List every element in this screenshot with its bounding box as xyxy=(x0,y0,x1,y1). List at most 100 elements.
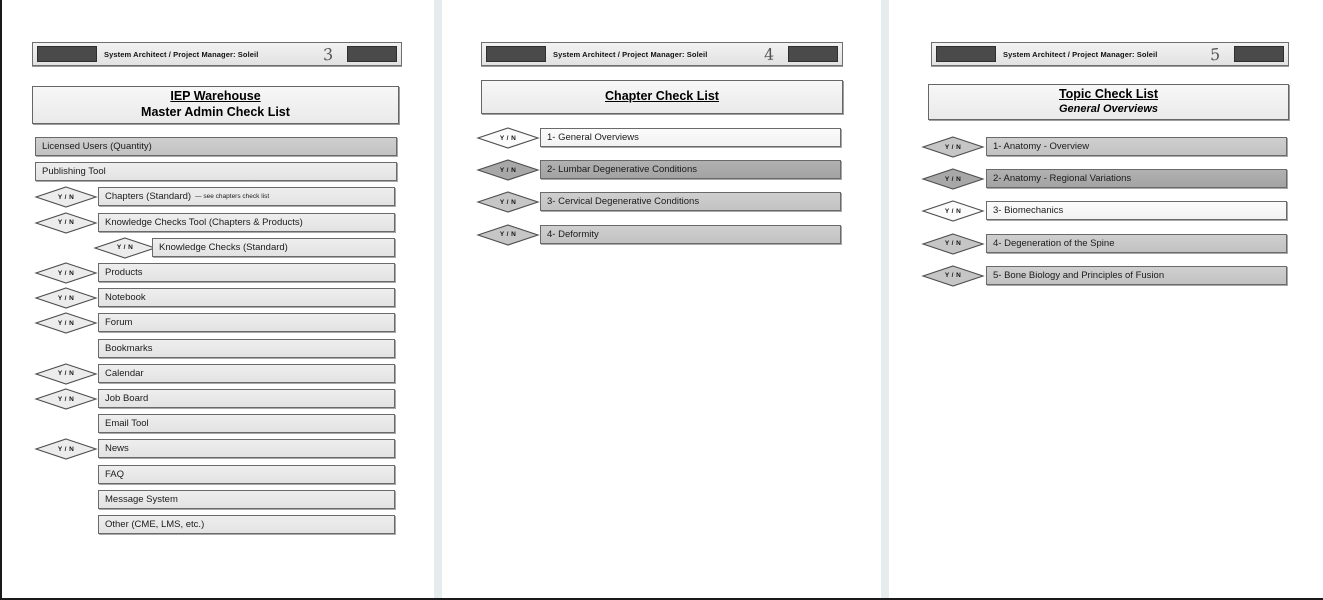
checklist-item-bar[interactable]: 5- Bone Biology and Principles of Fusion xyxy=(986,265,1287,285)
checklist-item-bar[interactable]: Message System xyxy=(98,489,395,509)
checklist-item-bar[interactable]: 1- General Overviews xyxy=(540,128,841,147)
checklist-item-bar[interactable]: Other (CME, LMS, etc.) xyxy=(98,515,395,534)
header-redaction-block-right xyxy=(1234,46,1284,62)
checklist-item-label: 2- Anatomy - Regional Variations xyxy=(993,173,1132,185)
yn-label: Y / N xyxy=(57,294,75,302)
yn-label: Y / N xyxy=(944,207,962,215)
header-title-text: System Architect / Project Manager: Sole… xyxy=(553,49,708,59)
yn-label: Y / N xyxy=(499,231,517,239)
yn-checkbox-diamond[interactable]: Y / N xyxy=(34,312,98,334)
page-gutter-1 xyxy=(434,0,442,598)
checklist-row: Y / N Products xyxy=(2,262,434,284)
checklist-row: Y / N 4- Degeneration of the Spine xyxy=(889,233,1323,255)
checklist-item-bar[interactable]: 3- Biomechanics xyxy=(986,201,1287,221)
header-title-text: System Architect / Project Manager: Sole… xyxy=(1003,49,1158,59)
checklist-item-label: 5- Bone Biology and Principles of Fusion xyxy=(993,269,1165,281)
yn-checkbox-diamond[interactable]: Y / N xyxy=(34,287,98,309)
yn-checkbox-diamond[interactable]: Y / N xyxy=(476,127,540,149)
yn-checkbox-diamond[interactable]: Y / N xyxy=(93,237,157,259)
yn-checkbox-diamond[interactable]: Y / N xyxy=(921,168,985,190)
page-header-bar: System Architect / Project Manager: Sole… xyxy=(931,42,1289,66)
yn-label: Y / N xyxy=(944,240,962,248)
checklist-item-bar[interactable]: News xyxy=(98,439,395,459)
checklist-row: Publishing Tool xyxy=(2,162,434,182)
checklist-item-label: 2- Lumbar Degenerative Conditions xyxy=(547,164,697,176)
document-page-5: System Architect / Project Manager: Sole… xyxy=(889,0,1323,598)
page-title-main: Chapter Check List xyxy=(605,89,719,104)
yn-checkbox-diamond[interactable]: Y / N xyxy=(921,233,985,255)
yn-label: Y / N xyxy=(499,166,517,174)
checklist-item-bar[interactable]: FAQ xyxy=(98,464,395,484)
checklist-item-label: 1- Anatomy - Overview xyxy=(993,141,1090,152)
yn-checkbox-diamond[interactable]: Y / N xyxy=(34,438,98,460)
checklist-item-bar[interactable]: Calendar xyxy=(98,363,395,383)
checklist-item-label: Calendar xyxy=(105,367,144,379)
checklist-item-label: 3- Biomechanics xyxy=(993,205,1064,217)
header-title-text: System Architect / Project Manager: Sole… xyxy=(104,49,259,59)
checklist-item-bar[interactable]: 1- Anatomy - Overview xyxy=(986,137,1287,156)
yn-checkbox-diamond[interactable]: Y / N xyxy=(476,224,540,246)
yn-checkbox-diamond[interactable]: Y / N xyxy=(476,191,540,213)
header-redaction-block-right xyxy=(347,46,397,62)
handwritten-page-number: 5 xyxy=(1209,43,1221,65)
checklist-item-bar[interactable]: Forum xyxy=(98,313,395,333)
yn-checkbox-diamond[interactable]: Y / N xyxy=(921,265,985,287)
yn-checkbox-diamond[interactable]: Y / N xyxy=(34,262,98,284)
yn-label: Y / N xyxy=(57,219,75,227)
checklist-item-label: Bookmarks xyxy=(105,342,153,354)
header-redaction-block-left xyxy=(486,46,546,62)
yn-checkbox-diamond[interactable]: Y / N xyxy=(34,212,98,234)
handwritten-page-number: 3 xyxy=(322,43,334,65)
checklist-item-label: Forum xyxy=(105,317,133,329)
checklist-row: Y / N 3- Cervical Degenerative Conditions xyxy=(442,191,881,213)
checklist-item-label: Licensed Users (Quantity) xyxy=(42,141,152,152)
checklist-item-bar[interactable]: Knowledge Checks (Standard) xyxy=(152,237,395,257)
checklist-item-bar[interactable]: Chapters (Standard) — see chapters check … xyxy=(98,187,395,207)
yn-checkbox-diamond[interactable]: Y / N xyxy=(476,159,540,181)
checklist-row: Other (CME, LMS, etc.) xyxy=(2,515,434,534)
yn-label: Y / N xyxy=(57,370,75,378)
yn-checkbox-diamond[interactable]: Y / N xyxy=(34,186,98,208)
page-header-bar: System Architect / Project Manager: Sole… xyxy=(481,42,843,66)
page-title-sub: Master Admin Check List xyxy=(141,105,290,119)
yn-label: Y / N xyxy=(57,395,75,403)
checklist-item-bar[interactable]: Bookmarks xyxy=(98,338,395,358)
yn-checkbox-diamond[interactable]: Y / N xyxy=(921,200,985,222)
checklist-item-bar[interactable]: Notebook xyxy=(98,288,395,308)
checklist-item-bar[interactable]: Job Board xyxy=(98,389,395,408)
checklist-item-bar[interactable]: 2- Anatomy - Regional Variations xyxy=(986,169,1287,189)
checklist-item-label: Knowledge Checks Tool (Chapters & Produc… xyxy=(105,216,303,228)
checklist-item-bar[interactable]: 2- Lumbar Degenerative Conditions xyxy=(540,160,841,180)
checklist-row: Email Tool xyxy=(2,414,434,434)
checklist-row: Y / N 1- General Overviews xyxy=(442,127,881,149)
checklist-item-bar[interactable]: 3- Cervical Degenerative Conditions xyxy=(540,192,841,212)
checklist-item-bar[interactable]: Publishing Tool xyxy=(35,162,397,182)
checklist-item-bar[interactable]: Licensed Users (Quantity) xyxy=(35,137,397,156)
checklist-item-bar[interactable]: Email Tool xyxy=(98,414,395,434)
checklist-row: Y / N Chapters (Standard) — see chapters c… xyxy=(2,186,434,208)
header-redaction-block-left xyxy=(37,46,97,62)
checklist-row: Y / N 3- Biomechanics xyxy=(889,200,1323,222)
yn-checkbox-diamond[interactable]: Y / N xyxy=(921,136,985,158)
yn-checkbox-diamond[interactable]: Y / N xyxy=(34,388,98,410)
checklist-row: Y / N 2- Lumbar Degenerative Conditions xyxy=(442,159,881,181)
page-title-sub: General Overviews xyxy=(1058,102,1159,115)
page-gutter-2 xyxy=(881,0,889,598)
checklist-item-bar[interactable]: 4- Degeneration of the Spine xyxy=(986,233,1287,253)
checklist-item-note: — see chapters check list xyxy=(195,193,270,201)
document-page-4: System Architect / Project Manager: Sole… xyxy=(442,0,881,598)
checklist-item-bar[interactable]: Products xyxy=(98,263,395,282)
page-title-block: Topic Check List General Overviews xyxy=(928,84,1289,120)
yn-label: Y / N xyxy=(499,198,517,206)
checklist-item-label: Job Board xyxy=(105,393,149,404)
page-title-block: Chapter Check List xyxy=(481,80,843,114)
checklist-item-label: News xyxy=(105,443,129,455)
checklist-item-label: Products xyxy=(105,267,143,278)
checklist-row: Message System xyxy=(2,489,434,509)
yn-checkbox-diamond[interactable]: Y / N xyxy=(34,363,98,385)
checklist-row: Y / N 1- Anatomy - Overview xyxy=(889,136,1323,158)
checklist-item-bar[interactable]: 4- Deformity xyxy=(540,224,841,244)
checklist-item-label: Publishing Tool xyxy=(42,166,106,178)
checklist-item-bar[interactable]: Knowledge Checks Tool (Chapters & Produc… xyxy=(98,212,395,232)
yn-label: Y / N xyxy=(57,193,75,201)
